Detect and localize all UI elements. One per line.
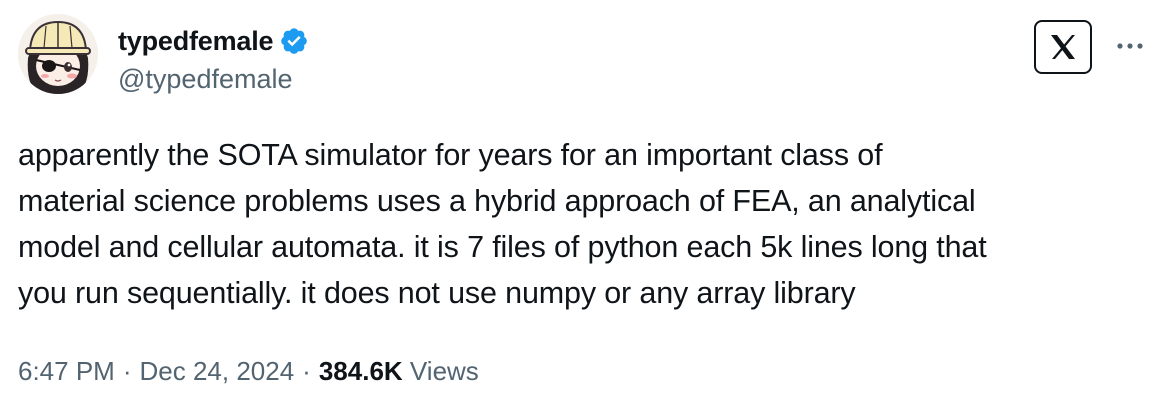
x-logo-icon — [1051, 35, 1075, 59]
tweet-time[interactable]: 6:47 PM — [18, 356, 115, 387]
tweet-date[interactable]: Dec 24, 2024 — [140, 356, 295, 387]
tweet-meta: 6:47 PM · Dec 24, 2024 · 384.6K Views — [18, 356, 479, 387]
x-logo-button[interactable] — [1034, 20, 1092, 74]
more-options-button[interactable] — [1110, 24, 1150, 64]
author-handle[interactable]: @typedfemale — [118, 64, 293, 95]
meta-separator: · — [122, 356, 132, 386]
display-name[interactable]: typedfemale — [118, 26, 274, 57]
verified-badge-icon[interactable] — [279, 26, 309, 56]
anime-girl-avatar-icon — [18, 14, 98, 94]
views-count: 384.6K — [318, 356, 403, 386]
more-horizontal-icon — [1117, 43, 1143, 49]
author-name-row: typedfemale — [118, 24, 309, 58]
tweet-card: typedfemale @typedfemale apparently the … — [0, 0, 1164, 408]
meta-separator: · — [302, 356, 311, 386]
avatar[interactable] — [18, 14, 98, 94]
views-label: Views — [409, 356, 479, 386]
views-label-spacer — [403, 356, 410, 387]
tweet-text: apparently the SOTA simulator for years … — [18, 138, 987, 310]
